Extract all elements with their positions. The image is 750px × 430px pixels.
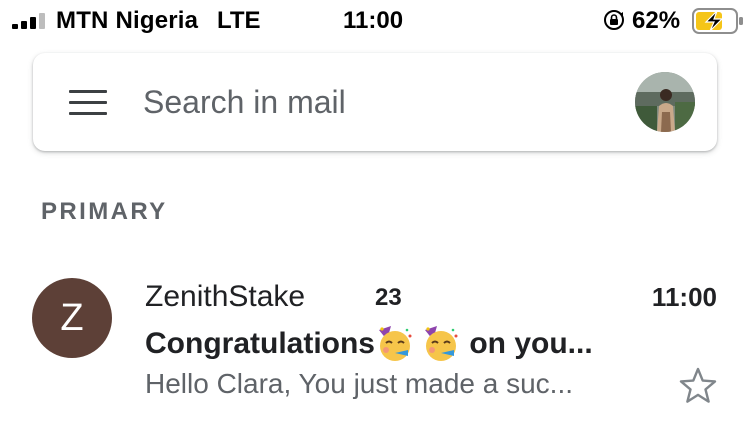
mail-snippet: Hello Clara, You just made a suc... <box>145 368 574 399</box>
subject-text-start: Congratulations <box>145 327 375 360</box>
mail-list-item[interactable]: Z ZenithStake 23 11:00 Congratulations o… <box>0 260 750 410</box>
account-avatar-photo <box>635 72 695 132</box>
star-icon[interactable] <box>678 366 718 406</box>
signal-icon <box>12 13 48 29</box>
carrier-name: MTN Nigeria <box>56 7 199 34</box>
rotation-lock-icon <box>604 10 624 30</box>
sender-avatar[interactable]: Z <box>32 278 112 358</box>
subject-text-end: on you... <box>461 327 593 360</box>
sender-name: ZenithStake <box>145 280 306 313</box>
hamburger-menu-icon[interactable] <box>69 90 107 116</box>
search-bar <box>33 53 717 151</box>
partying-face-icon <box>425 326 458 361</box>
network-type: LTE <box>217 7 261 34</box>
mail-time: 11:00 <box>651 282 717 312</box>
battery-percentage: 62% <box>632 7 681 34</box>
account-avatar[interactable] <box>635 72 695 132</box>
status-bar: MTN Nigeria LTE 11:00 62% <box>0 0 750 40</box>
status-time: 11:00 <box>343 7 404 34</box>
search-input[interactable] <box>143 79 613 125</box>
mail-subject: Congratulations on you... <box>145 324 665 364</box>
section-label-primary: PRIMARY <box>41 198 168 225</box>
battery-charging-icon <box>692 8 743 34</box>
thread-count: 23 <box>375 284 402 311</box>
partying-face-icon <box>379 326 412 361</box>
